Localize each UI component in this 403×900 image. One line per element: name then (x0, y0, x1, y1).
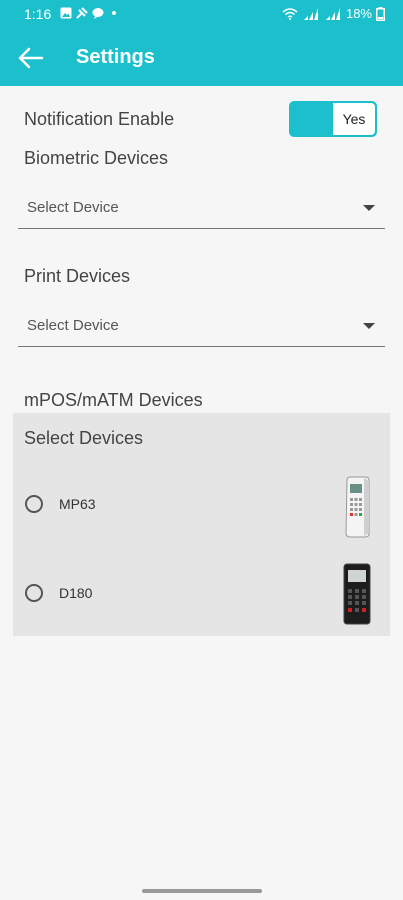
device-label: D180 (59, 585, 93, 601)
wifi-icon (282, 7, 298, 20)
pos-terminal-black-icon (343, 563, 371, 625)
back-arrow-icon[interactable] (14, 42, 46, 74)
print-select-value: Select Device (27, 317, 119, 334)
toggle-value: Yes (333, 103, 375, 135)
select-devices-panel: Select Devices MP63 D180 (13, 413, 390, 636)
device-option-mp63[interactable]: MP63 (13, 470, 390, 540)
status-bar: 1:16 18% (0, 0, 403, 30)
pos-terminal-white-icon (345, 476, 370, 538)
mpos-devices-label: mPOS/mATM Devices (24, 390, 203, 410)
battery-icon (376, 6, 385, 21)
battery-percent: 18% (345, 6, 372, 21)
dropdown-arrow-icon (363, 323, 375, 329)
gallery-icon (60, 7, 72, 19)
signal-sim2-icon (325, 7, 340, 20)
biometric-select-value: Select Device (27, 199, 119, 216)
radio-button[interactable] (25, 584, 43, 602)
notification-icons (60, 7, 120, 19)
home-indicator[interactable] (142, 889, 262, 893)
device-label: MP63 (59, 496, 96, 512)
radio-button[interactable] (25, 495, 43, 513)
page-title: Settings (76, 46, 155, 68)
panel-title: Select Devices (24, 428, 144, 448)
notification-label: Notification Enable (24, 109, 175, 129)
biometric-devices-label: Biometric Devices (24, 148, 169, 168)
app-bar: Settings (0, 30, 403, 86)
biometric-device-select[interactable]: Select Device (18, 188, 385, 229)
system-icons: 18% (282, 6, 385, 21)
chat-icon (92, 8, 104, 19)
print-devices-label: Print Devices (24, 266, 131, 286)
dot-icon (112, 11, 116, 15)
notification-toggle[interactable]: Yes (289, 101, 377, 137)
tools-icon (76, 7, 88, 19)
status-time: 1:16 (24, 6, 52, 22)
signal-sim1-icon (303, 7, 318, 20)
device-option-d180[interactable]: D180 (13, 559, 390, 629)
print-device-select[interactable]: Select Device (18, 306, 385, 347)
dropdown-arrow-icon (363, 205, 375, 211)
